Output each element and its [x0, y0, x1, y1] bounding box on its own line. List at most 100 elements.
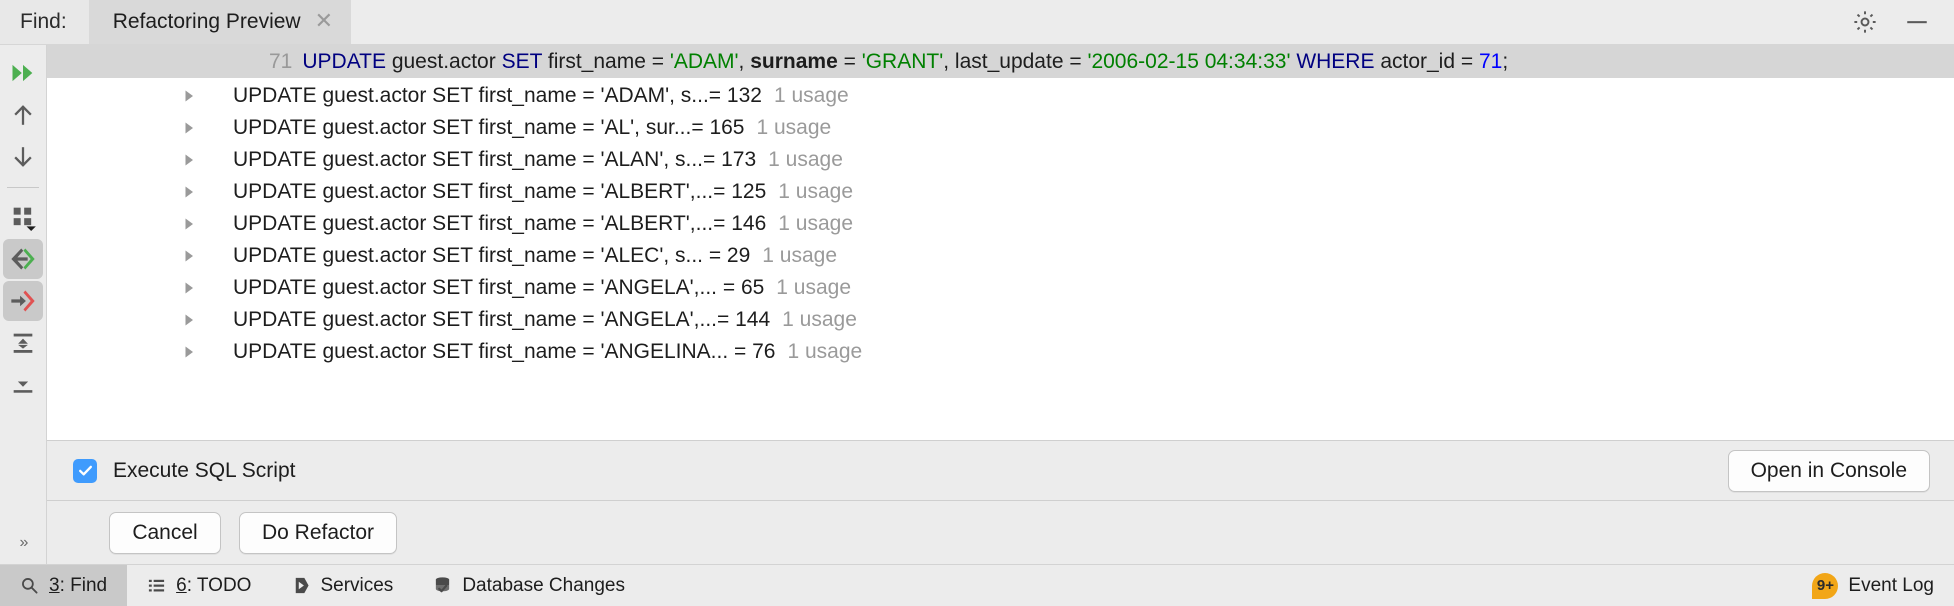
- options-bar: Execute SQL Script Open in Console: [47, 440, 1954, 500]
- list-item[interactable]: UPDATE guest.actor SET first_name = 'ANG…: [47, 304, 1954, 336]
- sql-statement: UPDATE guest.actor SET first_name = 'ADA…: [302, 50, 1508, 74]
- list-item-label: UPDATE guest.actor SET first_name = 'ALB…: [233, 212, 767, 235]
- list-item[interactable]: UPDATE guest.actor SET first_name = 'AL'…: [47, 112, 1954, 144]
- tab-label: Refactoring Preview: [112, 10, 301, 33]
- list-item-usage-count: 1 usage: [776, 276, 852, 299]
- open-in-console-button[interactable]: Open in Console: [1727, 449, 1930, 492]
- action-bar: Cancel Do Refactor: [47, 500, 1954, 564]
- sql-token: ;: [1502, 49, 1509, 73]
- sql-token: actor_id =: [1380, 49, 1479, 73]
- tab-refactoring-preview[interactable]: Refactoring Preview ✕: [88, 0, 352, 44]
- list-item-label: UPDATE guest.actor SET first_name = 'ALA…: [233, 148, 757, 171]
- tab-bar: Find: Refactoring Preview ✕: [0, 0, 1954, 45]
- sql-token: =: [837, 49, 862, 73]
- status-find-mnemonic: 3: [49, 574, 60, 596]
- status-item-database-changes[interactable]: Database Changes: [413, 565, 645, 606]
- chevron-right-icon[interactable]: [175, 120, 203, 136]
- sql-token: surname: [750, 49, 838, 73]
- rerun-icon[interactable]: [3, 53, 43, 93]
- list-item-label: UPDATE guest.actor SET first_name = 'AL'…: [233, 116, 745, 139]
- previous-occurrence-icon[interactable]: [3, 95, 43, 135]
- show-read-access-icon[interactable]: [3, 239, 43, 279]
- list-item-usage-count: 1 usage: [778, 180, 853, 203]
- list-item-label: UPDATE guest.actor SET first_name = 'ANG…: [233, 276, 765, 299]
- status-todo-text: : TODO: [186, 574, 252, 596]
- status-item-event-log[interactable]: 9+ Event Log: [1792, 565, 1954, 606]
- sql-token: WHERE: [1296, 49, 1381, 73]
- close-icon[interactable]: ✕: [315, 9, 333, 35]
- list-item-label: UPDATE guest.actor SET first_name = 'ALB…: [233, 180, 767, 203]
- list-item[interactable]: UPDATE guest.actor SET first_name = 'ANG…: [47, 272, 1954, 304]
- sql-token: 71: [1478, 49, 1503, 73]
- main-pane: 71 UPDATE guest.actor SET first_name = '…: [47, 45, 1954, 564]
- gear-icon[interactable]: [1852, 9, 1878, 35]
- status-services-label: Services: [320, 574, 394, 596]
- chevron-right-icon[interactable]: [175, 280, 203, 296]
- status-todo-label: 6: TODO: [176, 575, 251, 597]
- chevron-right-icon[interactable]: [175, 216, 203, 232]
- list-item-label: UPDATE guest.actor SET first_name = 'ALE…: [233, 244, 751, 267]
- list-item-usage-count: 1 usage: [787, 340, 863, 363]
- event-log-badge: 9+: [1812, 572, 1839, 599]
- collapse-all-icon[interactable]: [3, 365, 43, 405]
- sql-token: SET: [501, 49, 548, 73]
- chevron-right-icon[interactable]: [175, 312, 203, 328]
- list-item-label: UPDATE guest.actor SET first_name = 'ANG…: [233, 340, 776, 363]
- database-check-icon: [433, 576, 452, 595]
- list-item-label: UPDATE guest.actor SET first_name = 'ANG…: [233, 308, 771, 331]
- rail-separator: [7, 187, 39, 188]
- show-write-access-icon[interactable]: [3, 281, 43, 321]
- search-icon: [20, 576, 39, 595]
- list-item[interactable]: UPDATE guest.actor SET first_name = 'ALA…: [47, 144, 1954, 176]
- play-hex-icon: [291, 576, 310, 595]
- sql-token: first_name =: [547, 49, 670, 73]
- status-item-todo[interactable]: 6: TODO: [127, 565, 271, 606]
- status-item-services[interactable]: Services: [271, 565, 413, 606]
- execute-sql-script-label: Execute SQL Script: [113, 458, 296, 482]
- sql-token: '2006-02-15 04:34:33': [1087, 49, 1291, 73]
- sql-preview-line: 71 UPDATE guest.actor SET first_name = '…: [47, 45, 1954, 78]
- cancel-button[interactable]: Cancel: [109, 511, 221, 554]
- chevron-right-icon[interactable]: [175, 152, 203, 168]
- list-item-usage-count: 1 usage: [756, 116, 832, 139]
- list-item-usage-count: 1 usage: [778, 212, 853, 235]
- group-by-icon[interactable]: [3, 197, 43, 237]
- status-item-find[interactable]: 3: Find: [0, 565, 128, 606]
- chevron-right-icon[interactable]: [175, 184, 203, 200]
- chevron-right-icon[interactable]: [175, 248, 203, 264]
- refactoring-preview-window: Find: Refactoring Preview ✕ » 71 UPDATE …: [0, 0, 1954, 606]
- status-find-text: : Find: [59, 574, 108, 596]
- chevron-right-icon[interactable]: [175, 88, 203, 104]
- line-number: 71: [269, 49, 293, 73]
- list-icon: [147, 576, 166, 595]
- body: » 71 UPDATE guest.actor SET first_name =…: [0, 45, 1954, 564]
- event-log-label: Event Log: [1848, 574, 1934, 596]
- sql-token: 'ADAM': [669, 49, 739, 73]
- list-item-usage-count: 1 usage: [782, 308, 857, 331]
- list-item-usage-count: 1 usage: [762, 244, 838, 267]
- sql-token: , last_update =: [943, 49, 1088, 73]
- execute-sql-script-checkbox[interactable]: [73, 458, 97, 483]
- do-refactor-button[interactable]: Do Refactor: [239, 511, 398, 554]
- minimize-icon[interactable]: [1904, 9, 1930, 35]
- status-bar: 3: Find 6: TODO Services Database Change…: [0, 564, 1954, 606]
- list-item[interactable]: UPDATE guest.actor SET first_name = 'ALE…: [47, 240, 1954, 272]
- find-label: Find:: [0, 0, 89, 44]
- list-item-label: UPDATE guest.actor SET first_name = 'ADA…: [233, 84, 762, 107]
- list-item-usage-count: 1 usage: [768, 148, 843, 171]
- list-item[interactable]: UPDATE guest.actor SET first_name = 'ADA…: [47, 80, 1954, 112]
- usages-list[interactable]: UPDATE guest.actor SET first_name = 'ADA…: [47, 78, 1954, 440]
- tab-bar-spacer: [351, 0, 1852, 44]
- sql-token: guest.actor: [391, 49, 502, 73]
- list-item[interactable]: UPDATE guest.actor SET first_name = 'ALB…: [47, 176, 1954, 208]
- sql-token: ,: [738, 49, 751, 73]
- chevron-right-icon[interactable]: [175, 344, 203, 360]
- status-todo-mnemonic: 6: [176, 574, 187, 596]
- next-occurrence-icon[interactable]: [3, 137, 43, 177]
- expand-all-icon[interactable]: [3, 323, 43, 363]
- sql-token: 'GRANT': [861, 49, 944, 73]
- list-item[interactable]: UPDATE guest.actor SET first_name = 'ALB…: [47, 208, 1954, 240]
- list-item[interactable]: UPDATE guest.actor SET first_name = 'ANG…: [47, 336, 1954, 368]
- rail-overflow-icon[interactable]: »: [20, 534, 29, 564]
- execute-sql-script-checkbox-row[interactable]: Execute SQL Script: [73, 458, 296, 483]
